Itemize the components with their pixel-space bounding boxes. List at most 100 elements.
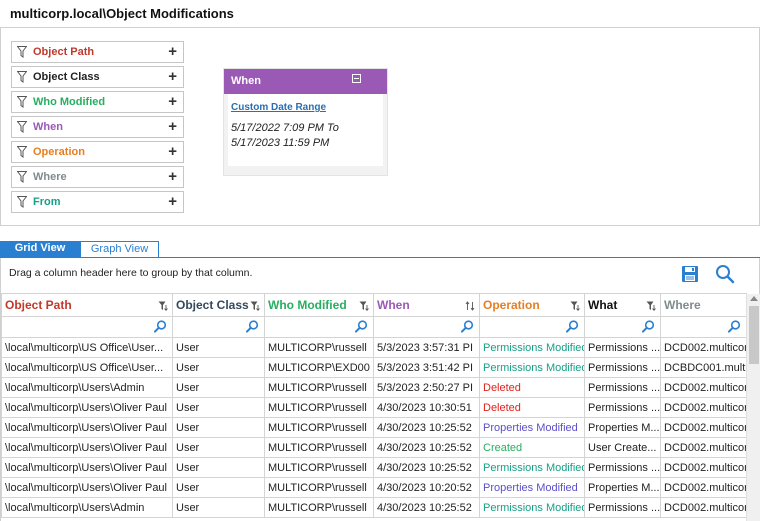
- column-filter-cell[interactable]: [172, 316, 265, 338]
- table-row[interactable]: \local\multicorp\US Office\User... User MU…: [1, 357, 747, 378]
- table-row[interactable]: \local\multicorp\Users\Oliver Paul User MU…: [1, 477, 747, 498]
- tab-graph-view[interactable]: Graph View: [80, 241, 159, 258]
- filter-icon[interactable]: [359, 300, 369, 312]
- filter-when[interactable]: When +: [11, 116, 184, 138]
- funnel-icon: [16, 121, 28, 133]
- scrollbar-thumb[interactable]: [749, 306, 759, 364]
- save-icon[interactable]: [681, 265, 699, 283]
- plus-icon[interactable]: +: [168, 118, 177, 136]
- search-icon[interactable]: [728, 320, 741, 333]
- search-icon[interactable]: [246, 320, 259, 333]
- column-header-label: Object Path: [5, 298, 72, 312]
- table-cell: 4/30/2023 10:20:52: [373, 477, 480, 498]
- sort-icon[interactable]: [465, 300, 475, 311]
- column-filter-row: [1, 316, 747, 338]
- filter-object-path[interactable]: Object Path +: [11, 41, 184, 63]
- column-header-label: Operation: [483, 298, 540, 312]
- table-cell: 4/30/2023 10:25:52: [373, 497, 480, 518]
- filter-panel: Object Path + Object Class + Who Modified + Wh…: [0, 28, 760, 226]
- plus-icon[interactable]: +: [168, 193, 177, 211]
- view-tabs: Grid View Graph View: [0, 241, 760, 258]
- column-header-who-modified[interactable]: Who Modified: [264, 293, 374, 317]
- column-filter-cell[interactable]: [264, 316, 374, 338]
- table-row[interactable]: \local\multicorp\Users\Oliver Paul User MU…: [1, 437, 747, 458]
- table-cell: MULTICORP\russell: [264, 437, 374, 458]
- title-bar: multicorp.local\Object Modifications: [0, 0, 760, 28]
- filter-label: Object Class: [33, 71, 100, 83]
- filter-icon[interactable]: [250, 300, 260, 312]
- table-cell: 4/30/2023 10:30:51: [373, 397, 480, 418]
- filter-operation[interactable]: Operation +: [11, 141, 184, 163]
- table-cell: User: [172, 337, 265, 358]
- table-cell: Permissions Modified: [479, 337, 585, 358]
- table-cell: \local\multicorp\Users\Oliver Paul: [1, 397, 173, 418]
- table-cell: DCD002.multicor: [660, 417, 747, 438]
- filter-label: When: [33, 121, 63, 133]
- table-cell: Created: [479, 437, 585, 458]
- plus-icon[interactable]: +: [168, 93, 177, 111]
- table-cell: 4/30/2023 10:25:52: [373, 437, 480, 458]
- table-cell: Permissions ...: [584, 357, 661, 378]
- table-row[interactable]: \local\multicorp\Users\Oliver Paul User MU…: [1, 417, 747, 438]
- column-header-label: What: [588, 298, 618, 312]
- table-row[interactable]: \local\multicorp\Users\Oliver Paul User MU…: [1, 397, 747, 418]
- column-header-where[interactable]: Where: [660, 293, 747, 317]
- column-filter-cell[interactable]: [660, 316, 747, 338]
- funnel-icon: [16, 96, 28, 108]
- table-cell: Properties M...: [584, 417, 661, 438]
- table-cell: Permissions ...: [584, 457, 661, 478]
- search-icon[interactable]: [355, 320, 368, 333]
- filter-label: From: [33, 196, 61, 208]
- table-cell: Permissions ...: [584, 377, 661, 398]
- search-icon[interactable]: [642, 320, 655, 333]
- filter-from[interactable]: From +: [11, 191, 184, 213]
- table-cell: User Create...: [584, 437, 661, 458]
- table-row[interactable]: \local\multicorp\US Office\User... User MU…: [1, 337, 747, 358]
- column-header-operation[interactable]: Operation: [479, 293, 585, 317]
- column-header-what[interactable]: What: [584, 293, 661, 317]
- table-cell: Deleted: [479, 397, 585, 418]
- column-filter-cell[interactable]: [1, 316, 173, 338]
- filter-icon[interactable]: [158, 300, 168, 312]
- tab-grid-view[interactable]: Grid View: [0, 241, 80, 258]
- search-icon[interactable]: [461, 320, 474, 333]
- column-filter-cell[interactable]: [584, 316, 661, 338]
- filter-label: Who Modified: [33, 96, 106, 108]
- table-cell: Properties Modified: [479, 417, 585, 438]
- column-header-object-path[interactable]: Object Path: [1, 293, 173, 317]
- table-row[interactable]: \local\multicorp\Users\Oliver Paul User MU…: [1, 457, 747, 478]
- column-filter-cell[interactable]: [373, 316, 480, 338]
- column-filter-cell[interactable]: [479, 316, 585, 338]
- table-cell: 5/3/2023 3:57:31 PI: [373, 337, 480, 358]
- collapse-icon[interactable]: [352, 74, 361, 83]
- scroll-up-arrow-icon[interactable]: [750, 296, 758, 301]
- plus-icon[interactable]: +: [168, 43, 177, 61]
- vertical-scrollbar[interactable]: [746, 294, 760, 521]
- search-icon[interactable]: [154, 320, 167, 333]
- filter-icon[interactable]: [646, 300, 656, 312]
- table-cell: Properties Modified: [479, 477, 585, 498]
- custom-date-range-link[interactable]: Custom Date Range: [231, 102, 326, 113]
- filter-object-class[interactable]: Object Class +: [11, 66, 184, 88]
- column-header-object-class[interactable]: Object Class: [172, 293, 265, 317]
- funnel-icon: [16, 146, 28, 158]
- plus-icon[interactable]: +: [168, 168, 177, 186]
- table-cell: User: [172, 477, 265, 498]
- table-cell: User: [172, 357, 265, 378]
- plus-icon[interactable]: +: [168, 143, 177, 161]
- column-header-when[interactable]: When: [373, 293, 480, 317]
- table-cell: DCD002.multicor: [660, 337, 747, 358]
- table-cell: \local\multicorp\Users\Admin: [1, 497, 173, 518]
- table-row[interactable]: \local\multicorp\Users\Admin User MULTICOR…: [1, 497, 747, 518]
- table-row[interactable]: \local\multicorp\Users\Admin User MULTICOR…: [1, 377, 747, 398]
- when-filter-card[interactable]: When Custom Date Range 5/17/2022 7:09 PM…: [223, 68, 388, 176]
- filter-label: Object Path: [33, 46, 95, 58]
- filter-where[interactable]: Where +: [11, 166, 184, 188]
- plus-icon[interactable]: +: [168, 68, 177, 86]
- grid-area: Drag a column header here to group by th…: [0, 258, 760, 521]
- search-icon[interactable]: [715, 264, 735, 284]
- table-cell: Permissions Modified: [479, 457, 585, 478]
- search-icon[interactable]: [566, 320, 579, 333]
- filter-icon[interactable]: [570, 300, 580, 312]
- filter-who-modified[interactable]: Who Modified +: [11, 91, 184, 113]
